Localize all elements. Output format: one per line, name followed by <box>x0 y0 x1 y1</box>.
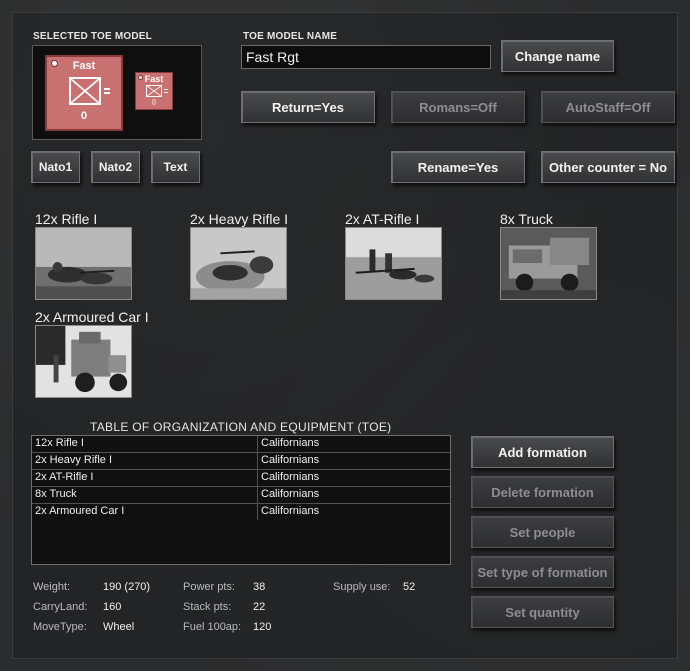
supply-stat: Supply use: 52 <box>333 581 416 593</box>
stack-stat: Stack pts: 22 <box>183 601 266 613</box>
toe-unit-cell: 12x Rifle I <box>32 436 258 452</box>
rename-toggle-button[interactable]: Rename=Yes <box>391 151 525 183</box>
romans-toggle-button[interactable]: Romans=Off <box>391 91 525 123</box>
toe-title: TABLE OF ORGANIZATION AND EQUIPMENT (TOE… <box>90 420 392 434</box>
equal-mark-icon <box>104 88 110 90</box>
unit-card-heavy-rifle[interactable]: 2x Heavy Rifle I <box>190 211 289 300</box>
table-row[interactable]: 8x Truck Californians <box>32 487 450 504</box>
nato1-button[interactable]: Nato1 <box>31 151 80 183</box>
weight-stat: Weight: 190 (270) <box>33 581 151 593</box>
at-rifle-photo <box>345 227 442 300</box>
power-value: 38 <box>253 581 266 593</box>
table-row[interactable]: 2x Armoured Car I Californians <box>32 504 450 520</box>
toe-owner-cell: Californians <box>261 488 320 500</box>
set-type-of-formation-button[interactable]: Set type of formation <box>471 556 614 588</box>
set-people-button[interactable]: Set people <box>471 516 614 548</box>
armoured-car-photo <box>35 325 132 398</box>
fuel-stat: Fuel 100ap: 120 <box>183 621 272 633</box>
toe-unit-cell: 2x Heavy Rifle I <box>32 453 258 469</box>
toe-owner-cell: Californians <box>261 471 320 483</box>
toe-owner-cell: Californians <box>261 454 320 466</box>
carryland-value: 160 <box>103 601 122 613</box>
weight-value: 190 (270) <box>103 581 151 593</box>
unit-card-rifle[interactable]: 12x Rifle I <box>35 211 132 300</box>
nato2-button[interactable]: Nato2 <box>91 151 140 183</box>
stack-value: 22 <box>253 601 266 613</box>
return-toggle-button[interactable]: Return=Yes <box>241 91 375 123</box>
text-button[interactable]: Text <box>151 151 200 183</box>
rifle-infantry-photo <box>35 227 132 300</box>
nato-symbol-icon <box>69 77 101 105</box>
toe-owner-cell: Californians <box>261 437 320 449</box>
unit-card-at-rifle[interactable]: 2x AT-Rifle I <box>345 211 442 300</box>
fuel-value: 120 <box>253 621 272 633</box>
autostaff-toggle-button[interactable]: AutoStaff=Off <box>541 91 675 123</box>
unit-label: 2x Heavy Rifle I <box>190 211 289 227</box>
toe-owner-cell: Californians <box>261 505 320 517</box>
table-row[interactable]: 2x AT-Rifle I Californians <box>32 470 450 487</box>
counter-title: Fast <box>72 60 96 72</box>
table-row[interactable]: 2x Heavy Rifle I Californians <box>32 453 450 470</box>
small-counter-title: Fast <box>144 74 164 84</box>
large-unit-counter[interactable]: Fast 0 <box>45 55 123 131</box>
model-name-input[interactable] <box>241 45 491 69</box>
toe-unit-cell: 8x Truck <box>32 487 258 503</box>
toe-unit-cell: 2x AT-Rifle I <box>32 470 258 486</box>
change-name-button[interactable]: Change name <box>501 40 614 72</box>
small-unit-counter[interactable]: Fast 0 <box>135 72 173 110</box>
unit-card-armoured-car[interactable]: 2x Armoured Car I <box>35 309 149 398</box>
toe-table[interactable]: 12x Rifle I Californians 2x Heavy Rifle I… <box>31 435 451 565</box>
small-counter-value: 0 <box>151 98 157 107</box>
supply-value: 52 <box>403 581 416 593</box>
add-formation-button[interactable]: Add formation <box>471 436 614 468</box>
nato-symbol-icon <box>146 85 162 97</box>
set-quantity-button[interactable]: Set quantity <box>471 596 614 628</box>
selected-model-label: SELECTED TOE MODEL <box>33 31 152 42</box>
counter-value: 0 <box>80 110 88 122</box>
model-name-label: TOE MODEL NAME <box>243 31 338 42</box>
unit-label: 2x AT-Rifle I <box>345 211 420 227</box>
unit-label: 12x Rifle I <box>35 211 98 227</box>
unit-card-truck[interactable]: 8x Truck <box>500 211 597 300</box>
toe-unit-cell: 2x Armoured Car I <box>32 504 258 520</box>
carryland-stat: CarryLand: 160 <box>33 601 122 613</box>
power-stat: Power pts: 38 <box>183 581 266 593</box>
table-row[interactable]: 12x Rifle I Californians <box>32 436 450 453</box>
selected-model-preview: Fast 0 Fast 0 <box>32 45 202 140</box>
unit-label: 2x Armoured Car I <box>35 309 149 325</box>
movetype-stat: MoveType: Wheel <box>33 621 135 633</box>
movetype-value: Wheel <box>103 621 135 633</box>
other-counter-toggle-button[interactable]: Other counter = No <box>541 151 675 183</box>
heavy-rifle-photo <box>190 227 287 300</box>
delete-formation-button[interactable]: Delete formation <box>471 476 614 508</box>
unit-label: 8x Truck <box>500 211 553 227</box>
truck-photo <box>500 227 597 300</box>
